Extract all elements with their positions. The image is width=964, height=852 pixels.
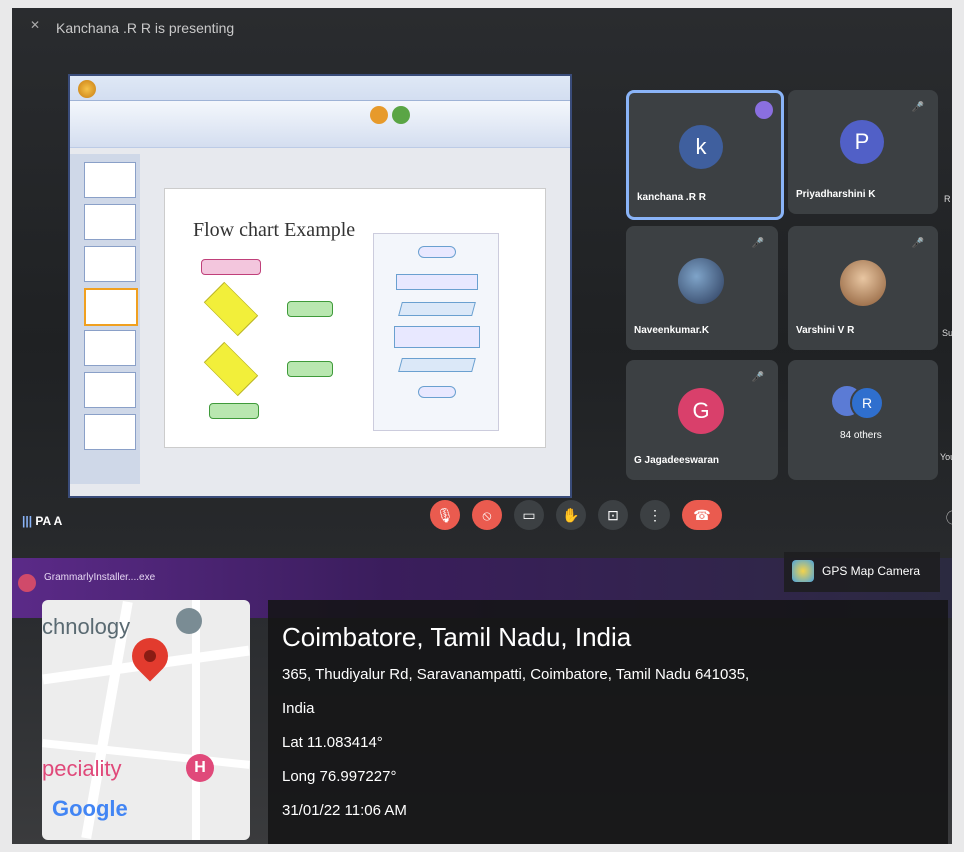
end-call-icon[interactable]: ☎: [682, 500, 722, 530]
gps-address-country: India: [282, 700, 315, 717]
flowchart-start-box: [201, 259, 261, 275]
gps-info-panel: Coimbatore, Tamil Nadu, India 365, Thudi…: [268, 600, 948, 844]
map-label: peciality: [42, 756, 122, 781]
presenting-label: Kanchana .R R is presenting: [56, 20, 235, 36]
participant-name: kanchana .R R: [637, 192, 706, 203]
photo-frame: ✕ Kanchana .R R is presenting Flow chart…: [12, 8, 952, 844]
hospital-icon: H: [186, 754, 214, 782]
speaking-icon: [755, 101, 773, 119]
mic-off-icon: 🎤: [911, 238, 924, 249]
participant-name: Varshini V R: [796, 325, 855, 336]
slide-thumb-selected[interactable]: [84, 288, 138, 326]
presenting-bar: ✕ Kanchana .R R is presenting: [12, 8, 952, 42]
participant-tile[interactable]: 🎤 Varshini V R: [788, 226, 938, 350]
info-icon[interactable]: ⓘ: [946, 508, 952, 528]
gps-latitude: Lat 11.083414°: [282, 734, 383, 751]
audio-bars-icon: |||: [22, 514, 33, 528]
google-logo: Google: [52, 796, 128, 821]
shared-screen: Flow chart Example: [70, 76, 570, 496]
avatar: P: [840, 120, 884, 164]
participant-name: Naveenkumar.K: [634, 325, 710, 336]
map-thumbnail: chnology peciality H Google: [42, 600, 250, 840]
mic-off-icon: 🎤: [751, 372, 764, 383]
shapes-icon[interactable]: [370, 106, 388, 124]
edge-label: You: [940, 452, 952, 462]
flowchart-decision: [203, 281, 259, 337]
avatar: G: [678, 388, 724, 434]
avatar-photo: [840, 260, 886, 306]
edge-label: R: [944, 194, 951, 204]
gps-app-name: GPS Map Camera: [822, 564, 921, 578]
mic-off-icon: 🎤: [751, 238, 764, 249]
gps-datetime: 31/01/22 11:06 AM: [282, 802, 407, 819]
fc-step: [394, 326, 480, 348]
avatar: R: [850, 386, 884, 420]
slide-title: Flow chart Example: [193, 219, 356, 241]
slide-thumb[interactable]: [84, 162, 136, 198]
flowchart-decision: [203, 341, 259, 397]
participant-tile-others[interactable]: R 84 others: [788, 360, 938, 480]
slide-thumb[interactable]: [84, 204, 136, 240]
slide-canvas: Flow chart Example: [164, 188, 546, 448]
fc-io: [398, 302, 476, 316]
participant-tile-active[interactable]: k kanchana .R R: [626, 90, 784, 220]
download-filename[interactable]: GrammarlyInstaller....exe: [44, 572, 155, 583]
more-options-icon[interactable]: ⋮: [640, 500, 670, 530]
flowchart-process-box: [287, 301, 333, 317]
self-label: ||| PA A: [22, 514, 63, 528]
arrange-icon[interactable]: [392, 106, 410, 124]
fc-end: [418, 386, 456, 398]
gps-app-icon: [792, 560, 814, 582]
map-label: chnology: [42, 614, 131, 639]
office-button-icon[interactable]: [78, 80, 96, 98]
fc-io: [398, 358, 476, 372]
mic-off-icon[interactable]: 🎙: [430, 500, 460, 530]
raise-hand-icon[interactable]: ✋: [556, 500, 586, 530]
map-road: [192, 600, 200, 840]
avatar-photo: [678, 258, 724, 304]
school-icon: [176, 608, 202, 634]
participant-name: G Jagadeeswaran: [634, 455, 720, 466]
slide-thumb[interactable]: [84, 372, 136, 408]
gps-city: Coimbatore, Tamil Nadu, India: [282, 622, 632, 652]
captions-icon[interactable]: ▭: [514, 500, 544, 530]
gps-longitude: Long 76.997227°: [282, 768, 397, 785]
others-count: 84 others: [840, 430, 882, 441]
participant-tile[interactable]: P 🎤 Priyadharshini K: [788, 90, 938, 214]
download-file-icon: [18, 574, 36, 592]
slide-thumb[interactable]: [84, 414, 136, 450]
map-pin-dot: [144, 650, 156, 662]
gps-address: 365, Thudiyalur Rd, Saravanampatti, Coim…: [282, 666, 750, 683]
slide-thumb[interactable]: [84, 330, 136, 366]
present-icon[interactable]: ⊡: [598, 500, 628, 530]
flowchart-image: [373, 233, 499, 431]
participant-tile[interactable]: 🎤 Naveenkumar.K: [626, 226, 778, 350]
participant-tile[interactable]: G 🎤 G Jagadeeswaran: [626, 360, 778, 480]
edge-label: Su: [942, 328, 952, 338]
mic-off-icon: 🎤: [911, 102, 924, 113]
avatar: k: [679, 125, 723, 169]
flowchart-end-box: [209, 403, 259, 419]
flowchart-process-box: [287, 361, 333, 377]
camera-off-icon[interactable]: ⦸: [472, 500, 502, 530]
ppt-ribbon: [70, 76, 570, 148]
gps-badge: GPS Map Camera: [784, 552, 940, 592]
fc-start: [418, 246, 456, 258]
fc-step: [396, 274, 478, 290]
participant-name: Priyadharshini K: [796, 189, 876, 200]
close-icon[interactable]: ✕: [30, 18, 40, 32]
slide-thumb[interactable]: [84, 246, 136, 282]
slide-thumbnails: [70, 154, 140, 484]
ribbon-toolbar: [70, 100, 570, 147]
